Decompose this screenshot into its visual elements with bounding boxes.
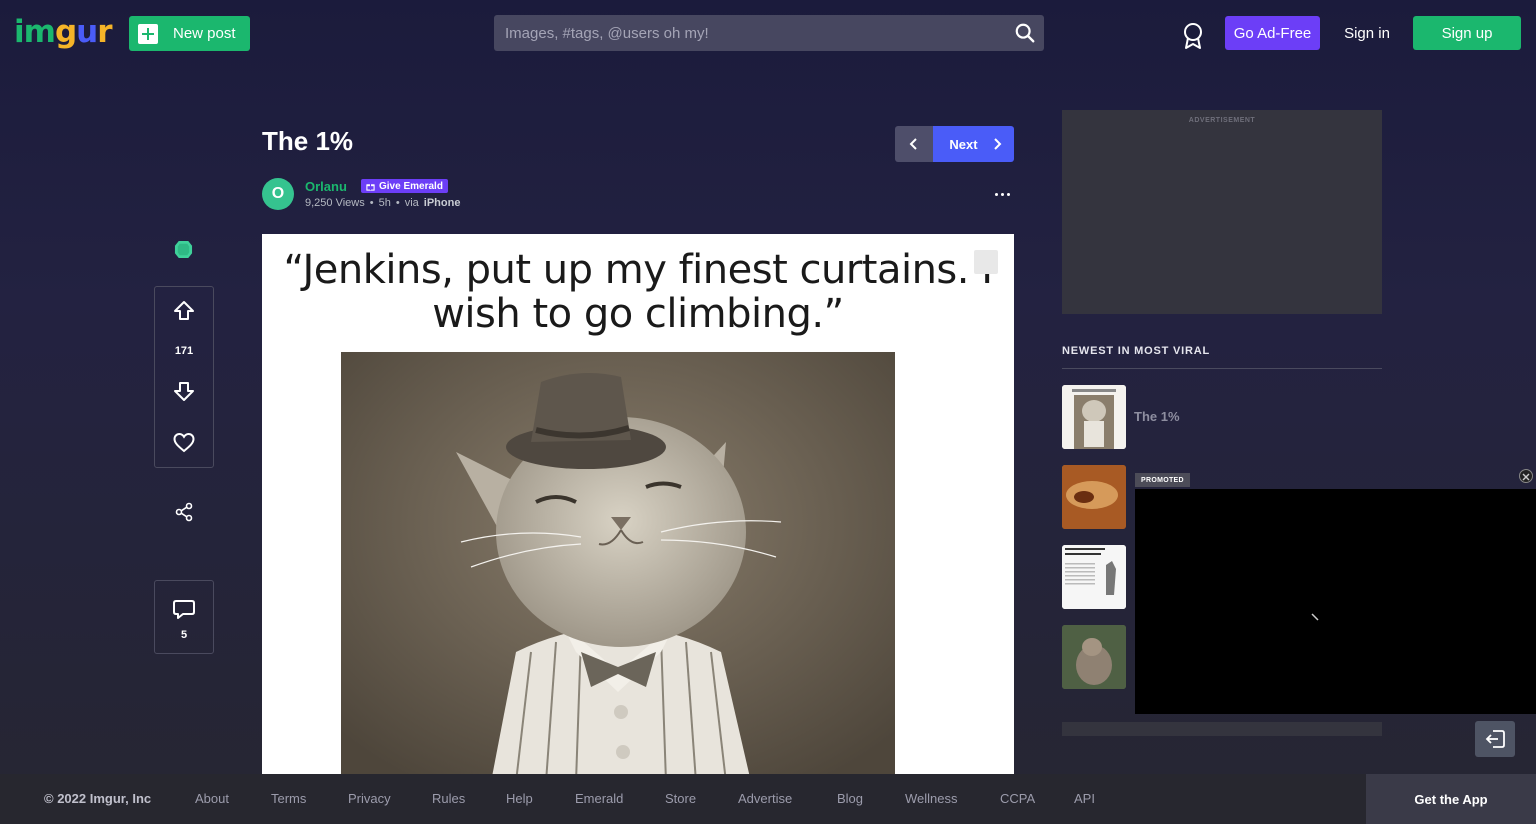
search-bar <box>494 15 1044 51</box>
post-image[interactable]: “Jenkins, put up my finest curtains. I w… <box>262 234 1014 774</box>
chevron-left-icon <box>909 138 917 150</box>
sign-out-icon <box>1485 730 1505 748</box>
chevron-right-icon <box>993 138 1002 150</box>
footer-link-about[interactable]: About <box>195 791 229 806</box>
go-ad-free-button[interactable]: Go Ad-Free <box>1225 16 1320 50</box>
footer-link-rules[interactable]: Rules <box>432 791 465 806</box>
heart-icon[interactable] <box>172 431 196 455</box>
close-video-icon[interactable] <box>1519 469 1533 483</box>
thumbnail-image <box>1062 625 1126 689</box>
advertisement-box: ADVERTISEMENT <box>1062 110 1382 314</box>
previous-post-button[interactable] <box>895 126 933 162</box>
footer-link-help[interactable]: Help <box>506 791 533 806</box>
footer: © 2022 Imgur, Inc About Terms Privacy Ru… <box>0 774 1536 824</box>
viral-thumbnail[interactable] <box>1062 465 1126 529</box>
thumbnail-image <box>1062 545 1126 609</box>
award-icon[interactable] <box>1181 22 1205 50</box>
avatar-letter: O <box>271 185 285 202</box>
upvote-icon[interactable] <box>172 299 196 323</box>
footer-link-terms[interactable]: Terms <box>271 791 306 806</box>
sign-up-button[interactable]: Sign up <box>1413 16 1521 50</box>
more-options-icon[interactable] <box>990 186 1014 202</box>
plus-icon <box>138 23 158 44</box>
view-count: 9,250 Views <box>305 197 365 209</box>
viral-item-title[interactable]: The 1% <box>1134 409 1180 424</box>
comment-count: 5 <box>180 629 188 641</box>
comment-icon <box>173 600 195 619</box>
close-icon <box>1522 473 1530 481</box>
loading-spinner-icon <box>1311 613 1319 621</box>
image-options-button[interactable] <box>974 250 998 274</box>
meta-separator: • <box>395 197 400 209</box>
post-title: The 1% <box>262 126 354 156</box>
footer-link-ccpa[interactable]: CCPA <box>1000 791 1035 806</box>
comments-button[interactable]: 5 <box>154 580 214 654</box>
gift-icon <box>366 183 375 191</box>
vote-panel: 171 <box>154 286 214 468</box>
divider <box>1062 368 1382 369</box>
author-name-link[interactable]: Orlanu <box>305 179 347 194</box>
viral-thumbnail[interactable] <box>1062 385 1126 449</box>
promoted-video-player[interactable] <box>1135 489 1536 714</box>
sidebar-placeholder-bar <box>1062 722 1382 736</box>
promoted-badge: PROMOTED <box>1135 473 1190 487</box>
vote-count: 171 <box>174 345 194 357</box>
new-post-label: New post <box>173 25 236 42</box>
downvote-icon[interactable] <box>172 379 196 403</box>
footer-link-emerald[interactable]: Emerald <box>575 791 623 806</box>
logo-letter: u <box>76 14 98 50</box>
search-input[interactable] <box>494 15 1044 51</box>
post-meta: 9,250 Views • 5h • via iPhone <box>305 197 460 209</box>
sign-in-button[interactable]: Sign in <box>1335 16 1399 50</box>
imgur-logo[interactable]: imgur <box>14 14 113 50</box>
meta-separator: • <box>369 197 374 209</box>
footer-link-privacy[interactable]: Privacy <box>348 791 391 806</box>
advertisement-label: ADVERTISEMENT <box>1188 117 1256 124</box>
viral-thumbnail[interactable] <box>1062 625 1126 689</box>
search-icon[interactable] <box>1014 22 1036 44</box>
via-device: iPhone <box>423 197 461 209</box>
image-caption: “Jenkins, put up my finest curtains. I w… <box>283 247 993 337</box>
newest-viral-heading: NEWEST IN MOST VIRAL <box>1062 345 1210 357</box>
footer-link-store[interactable]: Store <box>665 791 696 806</box>
share-icon[interactable] <box>174 502 194 522</box>
give-emerald-button[interactable]: Give Emerald <box>361 179 448 193</box>
cat-illustration <box>341 352 895 774</box>
logo-letter: g <box>54 14 77 50</box>
get-the-app-button[interactable]: Get the App <box>1366 774 1536 824</box>
footer-link-advertise[interactable]: Advertise <box>738 791 792 806</box>
footer-link-wellness[interactable]: Wellness <box>905 791 958 806</box>
next-label: Next <box>949 136 978 152</box>
top-header: imgur New post Go Ad-Free Sign in Sign u… <box>0 0 1536 66</box>
post-age: 5h <box>378 197 391 209</box>
exit-button[interactable] <box>1475 721 1515 757</box>
cat-photo <box>341 352 895 774</box>
thumbnail-image <box>1062 385 1126 449</box>
thumbnail-image <box>1062 465 1126 529</box>
new-post-button[interactable]: New post <box>129 16 250 51</box>
footer-copyright: © 2022 Imgur, Inc <box>44 791 152 806</box>
logo-letter: i <box>14 14 25 50</box>
give-emerald-label: Give Emerald <box>379 180 443 192</box>
logo-letter: m <box>23 14 56 50</box>
via-prefix: via <box>404 197 419 209</box>
footer-link-api[interactable]: API <box>1074 791 1095 806</box>
next-post-button[interactable]: Next <box>933 126 1014 162</box>
emerald-gem-icon <box>174 240 193 259</box>
author-avatar[interactable]: O <box>262 178 294 210</box>
footer-link-blog[interactable]: Blog <box>837 791 863 806</box>
viral-thumbnail[interactable] <box>1062 545 1126 609</box>
logo-letter: r <box>97 14 112 50</box>
